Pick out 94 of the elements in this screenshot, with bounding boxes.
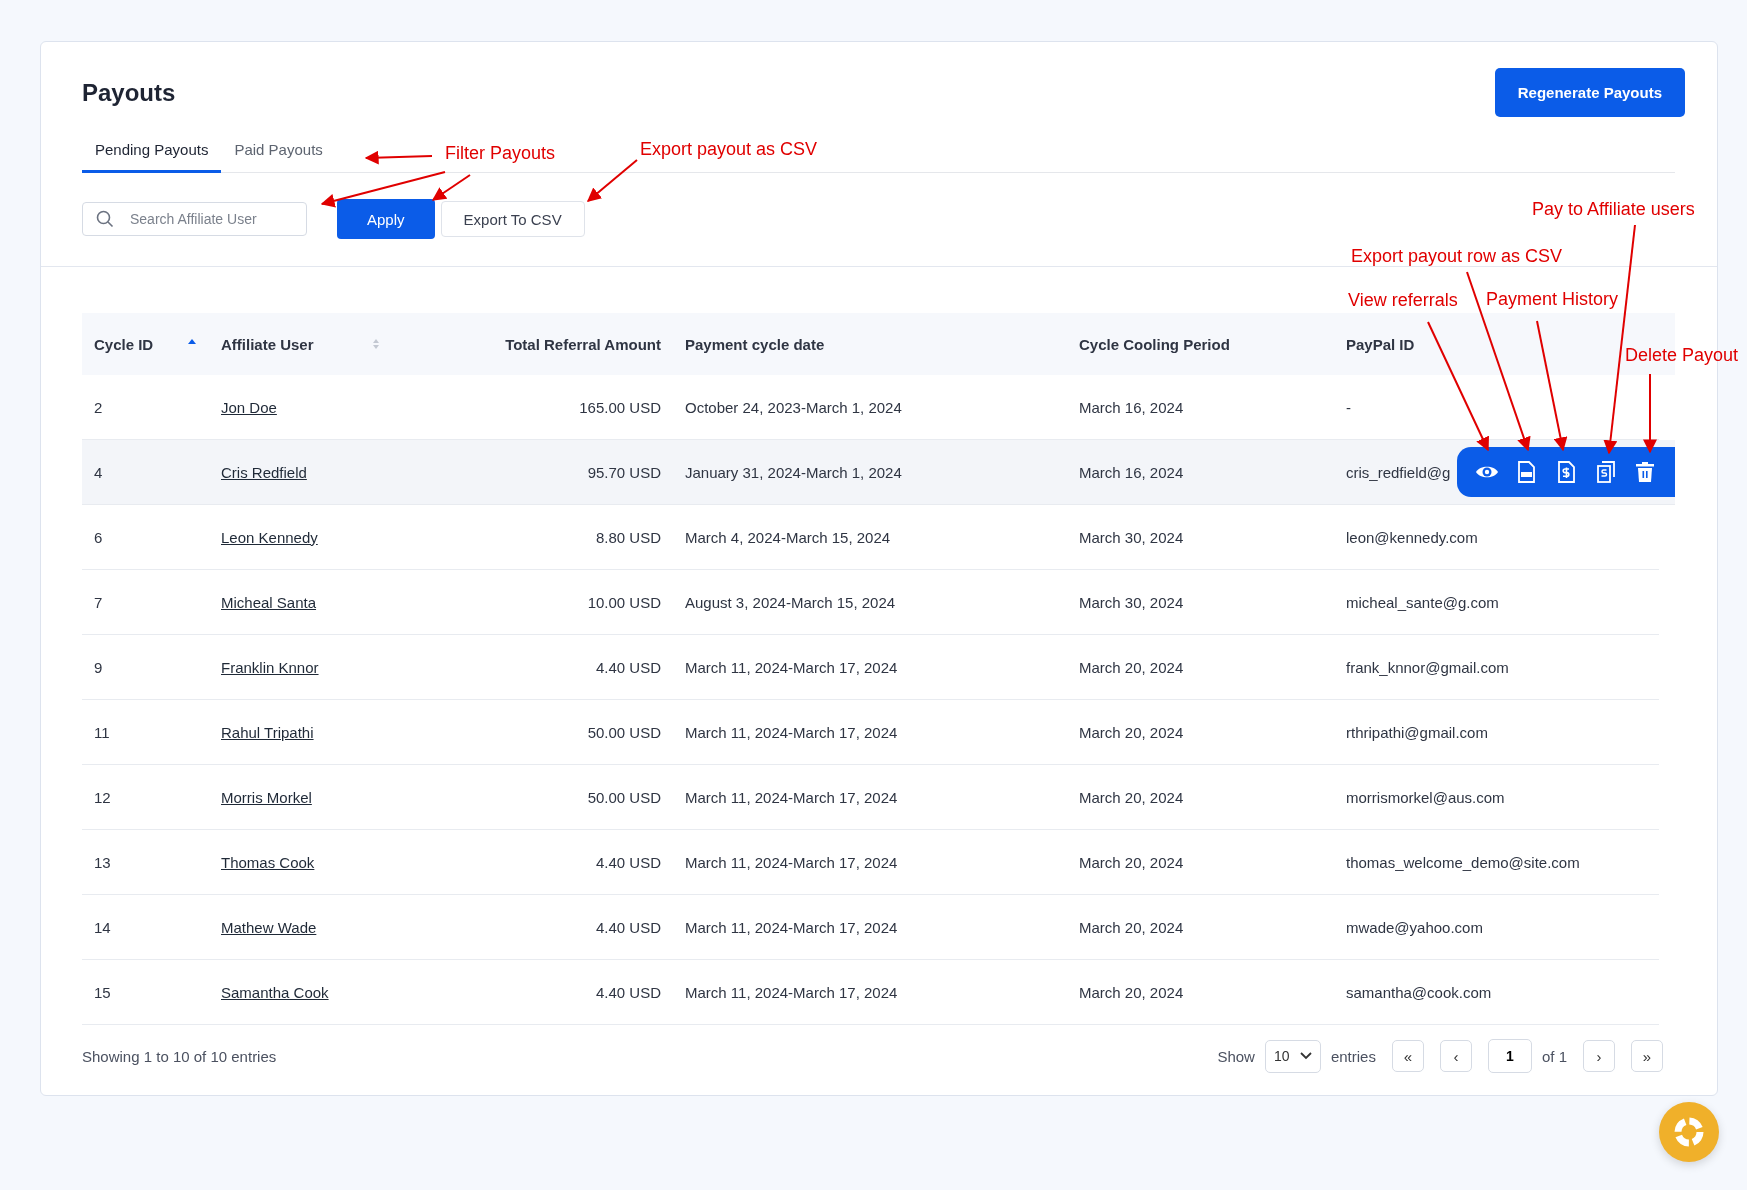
entries-label: entries	[1330, 1047, 1376, 1065]
table-cell: 165.00 USD	[579, 398, 661, 416]
affiliate-user-link[interactable]: Morris Morkel	[221, 788, 312, 806]
annotation-arrow	[364, 150, 433, 165]
table-cell: 4	[94, 463, 103, 481]
table-cell: frank_knnor@gmail.com	[1346, 658, 1509, 676]
table-cell: January 31, 2024-March 1, 2024	[685, 463, 902, 481]
table-cell: March 20, 2024	[1079, 918, 1184, 936]
table-cell: 6	[94, 528, 103, 546]
table-cell: March 11, 2024-March 17, 2024	[685, 853, 898, 871]
table-cell: 14	[94, 918, 111, 936]
table-cell: 50.00 USD	[587, 788, 661, 806]
column-header[interactable]: Affiliate User	[221, 335, 314, 353]
table-cell: 13	[94, 853, 111, 871]
entries-summary: Showing 1 to 10 of 10 entries	[82, 1047, 277, 1065]
table-cell: March 11, 2024-March 17, 2024	[685, 788, 898, 806]
affiliate-user-link[interactable]: Cris Redfield	[221, 463, 307, 481]
table-cell: October 24, 2023-March 1, 2024	[685, 398, 902, 416]
table-cell: micheal_sante@g.com	[1346, 593, 1499, 611]
show-label: Show	[1217, 1047, 1255, 1065]
table-cell: morrismorkel@aus.com	[1346, 788, 1505, 806]
table-cell: 95.70 USD	[587, 463, 661, 481]
table-cell: March 16, 2024	[1079, 398, 1184, 416]
affiliate-user-link[interactable]: Mathew Wade	[221, 918, 317, 936]
table-cell: 15	[94, 983, 111, 1001]
table-cell: leon@kennedy.com	[1346, 528, 1478, 546]
table-cell: March 16, 2024	[1079, 463, 1184, 481]
affiliate-user-link[interactable]: Leon Kennedy	[221, 528, 318, 546]
annotation-label: Delete Payout	[1625, 345, 1739, 366]
table-cell: cris_redfield@g	[1346, 463, 1451, 481]
page-count: of 1	[1541, 1047, 1567, 1065]
last-page-button[interactable]: »	[1631, 1040, 1663, 1072]
annotation-label: Pay to Affiliate users	[1532, 199, 1695, 220]
annotation-label: Payment History	[1486, 289, 1619, 310]
annotation-arrow	[586, 159, 638, 202]
column-header: Payment cycle date	[685, 335, 825, 353]
table-cell: March 30, 2024	[1079, 593, 1184, 611]
table-cell: 10.00 USD	[587, 593, 661, 611]
next-page-button[interactable]: ›	[1583, 1040, 1615, 1072]
column-header: Total Referral Amount	[505, 335, 661, 353]
chevron-down-icon	[1299, 1052, 1312, 1060]
column-header: Cycle Cooling Period	[1079, 335, 1230, 353]
table-cell: 4.40 USD	[595, 983, 661, 1001]
table-cell: August 3, 2024-March 15, 2024	[685, 593, 896, 611]
first-page-button[interactable]: «	[1391, 1040, 1424, 1072]
affiliate-user-link[interactable]: Thomas Cook	[221, 853, 315, 871]
table-cell: 4.40 USD	[595, 853, 661, 871]
table-cell: March 20, 2024	[1079, 983, 1184, 1001]
table-cell: March 30, 2024	[1079, 528, 1184, 546]
table-cell: March 4, 2024-March 15, 2024	[685, 528, 891, 546]
table-cell: 12	[94, 788, 111, 806]
table-cell: 2	[94, 398, 103, 416]
page-title: Payouts	[82, 78, 176, 107]
table-cell: 11	[94, 723, 110, 741]
table-cell: March 20, 2024	[1079, 658, 1184, 676]
table-cell: -	[1346, 398, 1351, 416]
lifebuoy-icon	[1674, 1117, 1704, 1147]
column-header: PayPal ID	[1346, 335, 1415, 353]
table-cell: 4.40 USD	[595, 918, 661, 936]
previous-page-button[interactable]: ‹	[1439, 1040, 1472, 1072]
column-header[interactable]: Cycle ID	[94, 335, 154, 353]
table-cell: thomas_welcome_demo@site.com	[1346, 853, 1580, 871]
table-cell: rthripathi@gmail.com	[1346, 723, 1488, 741]
apply-button[interactable]: Apply	[337, 199, 435, 239]
table-cell: mwade@yahoo.com	[1346, 918, 1483, 936]
table-cell: March 20, 2024	[1079, 853, 1184, 871]
affiliate-user-link[interactable]: Jon Doe	[221, 398, 277, 416]
table-cell: March 20, 2024	[1079, 723, 1184, 741]
table-cell: March 11, 2024-March 17, 2024	[685, 918, 898, 936]
affiliate-user-link[interactable]: Franklin Knnor	[221, 658, 319, 676]
affiliate-user-link[interactable]: Micheal Santa	[221, 593, 317, 611]
table-cell: March 11, 2024-March 17, 2024	[685, 723, 898, 741]
table-cell: March 11, 2024-March 17, 2024	[685, 658, 898, 676]
annotation-label: Filter Payouts	[445, 143, 556, 164]
search-field[interactable]: Search Affiliate User	[82, 202, 307, 236]
table-cell: March 20, 2024	[1079, 788, 1184, 806]
table-cell: March 11, 2024-March 17, 2024	[685, 983, 898, 1001]
table-cell: 7	[94, 593, 103, 611]
tab[interactable]: Pending Payouts	[82, 128, 222, 173]
table-cell: 4.40 USD	[595, 658, 661, 676]
annotation-label: View referrals	[1348, 290, 1458, 311]
table-cell: samantha@cook.com	[1346, 983, 1492, 1001]
table-cell: 9	[94, 658, 103, 676]
table-cell: 8.80 USD	[595, 528, 661, 546]
tab[interactable]: Paid Payouts	[221, 128, 336, 173]
affiliate-user-link[interactable]: Rahul Tripathi	[221, 723, 314, 741]
table-cell: 50.00 USD	[587, 723, 661, 741]
page-size-select[interactable]: 10	[1264, 1039, 1321, 1073]
regenerate-payouts-button[interactable]: Regenerate Payouts	[1494, 68, 1685, 117]
annotation-label: Export payout as CSV	[640, 139, 818, 160]
export-button[interactable]: Export To CSV	[440, 201, 585, 237]
affiliate-user-link[interactable]: Samantha Cook	[221, 983, 329, 1001]
annotation-label: Export payout row as CSV	[1351, 246, 1563, 267]
page-number-field[interactable]: 1	[1487, 1039, 1532, 1073]
